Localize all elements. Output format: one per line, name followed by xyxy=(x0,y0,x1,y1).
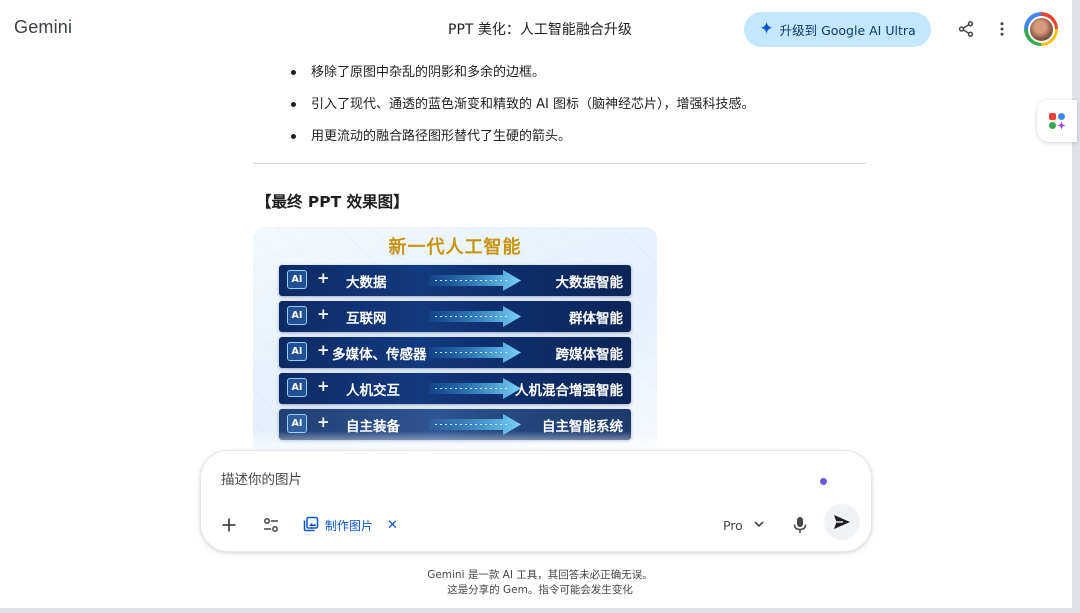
response-bullets: 移除了原图中杂乱的阴影和多余的边框。 引入了现代、通透的蓝色渐变和精致的 AI … xyxy=(290,62,755,158)
ai-chip-icon: AI xyxy=(287,270,307,289)
bullet-item: 用更流动的融合路径图形替代了生硬的箭头。 xyxy=(290,126,755,158)
generated-ppt-image[interactable]: 新一代人工智能 AI + 大数据 大数据智能 AI + 互联网 群体智能 AI … xyxy=(253,227,657,453)
plus-sign: + xyxy=(317,413,330,431)
disclaimer-line-1: Gemini 是一款 AI 工具，其回答未必正确无误。 xyxy=(427,569,653,581)
gemini-brand[interactable]: Gemini xyxy=(14,17,72,38)
flow-arrow-icon xyxy=(429,378,521,399)
slide-row: AI + 互联网 群体智能 xyxy=(279,301,631,332)
share-icon[interactable] xyxy=(955,18,977,40)
upgrade-button[interactable]: ✦ 升级到 Google AI Ultra xyxy=(744,12,931,47)
image-tool-chip[interactable]: 制作图片 ✕ xyxy=(303,515,398,535)
more-vert-icon[interactable] xyxy=(991,18,1013,40)
row-output-label: 人机混合增强智能 xyxy=(515,383,623,399)
row-input-label: 互联网 xyxy=(346,311,387,327)
chat-title[interactable]: PPT 美化：人工智能融合升级 xyxy=(448,22,632,38)
row-input-label: 多媒体、传感器 xyxy=(332,347,427,363)
bullet-item: 移除了原图中杂乱的阴影和多余的边框。 xyxy=(290,62,755,94)
row-output-label: 跨媒体智能 xyxy=(555,347,624,363)
image-gen-icon xyxy=(303,516,319,535)
disclaimer-line-2: 这是分享的 Gem。指令可能会发生变化 xyxy=(447,584,633,596)
divider xyxy=(253,163,866,164)
model-label: Pro xyxy=(723,517,743,533)
chevron-down-icon xyxy=(753,518,765,533)
bullet-item: 引入了现代、通透的蓝色渐变和精致的 AI 图标（脑神经芯片），增强科技感。 xyxy=(290,94,755,126)
slide-row: AI + 人机交互 人机混合增强智能 xyxy=(279,373,631,404)
send-button[interactable] xyxy=(824,504,860,540)
slide-title: 新一代人工智能 xyxy=(388,237,522,258)
section-heading: 【最终 PPT 效果图】 xyxy=(256,193,409,211)
prompt-composer: 制作图片 ✕ Pro xyxy=(200,450,872,552)
window-edge-bottom xyxy=(0,608,1080,613)
model-selector[interactable]: Pro xyxy=(723,515,765,535)
prompt-input[interactable] xyxy=(221,469,781,491)
avatar[interactable] xyxy=(1024,12,1058,46)
status-dot xyxy=(820,478,827,485)
plus-icon[interactable] xyxy=(217,513,241,537)
row-input-label: 大数据 xyxy=(346,275,387,291)
image-tool-label: 制作图片 xyxy=(325,518,374,533)
tools-icon[interactable] xyxy=(259,513,283,537)
flow-arrow-icon xyxy=(429,306,521,327)
gem-app-icon[interactable] xyxy=(1037,100,1077,142)
close-icon[interactable]: ✕ xyxy=(387,518,398,533)
row-input-label: 人机交互 xyxy=(346,383,400,399)
ai-chip-icon: AI xyxy=(287,306,307,325)
upgrade-label: 升级到 Google AI Ultra xyxy=(779,23,916,38)
ai-chip-icon: AI xyxy=(287,342,307,361)
mic-icon[interactable] xyxy=(788,513,812,537)
flow-arrow-icon xyxy=(429,270,521,291)
sparkle-icon: ✦ xyxy=(759,19,774,39)
plus-sign: + xyxy=(317,377,330,395)
row-output-label: 大数据智能 xyxy=(555,275,624,291)
row-output-label: 群体智能 xyxy=(569,311,623,327)
avatar-photo xyxy=(1027,15,1055,43)
flow-arrow-icon xyxy=(429,342,521,363)
plus-sign: + xyxy=(317,269,330,287)
slide-row: AI + 多媒体、传感器 跨媒体智能 xyxy=(279,337,631,368)
plus-sign: + xyxy=(317,305,330,323)
slide-row: AI + 大数据 大数据智能 xyxy=(279,265,631,296)
send-icon xyxy=(834,515,850,529)
window-edge-right xyxy=(1072,0,1080,613)
ai-chip-icon: AI xyxy=(287,378,307,397)
plus-sign: + xyxy=(317,341,330,359)
